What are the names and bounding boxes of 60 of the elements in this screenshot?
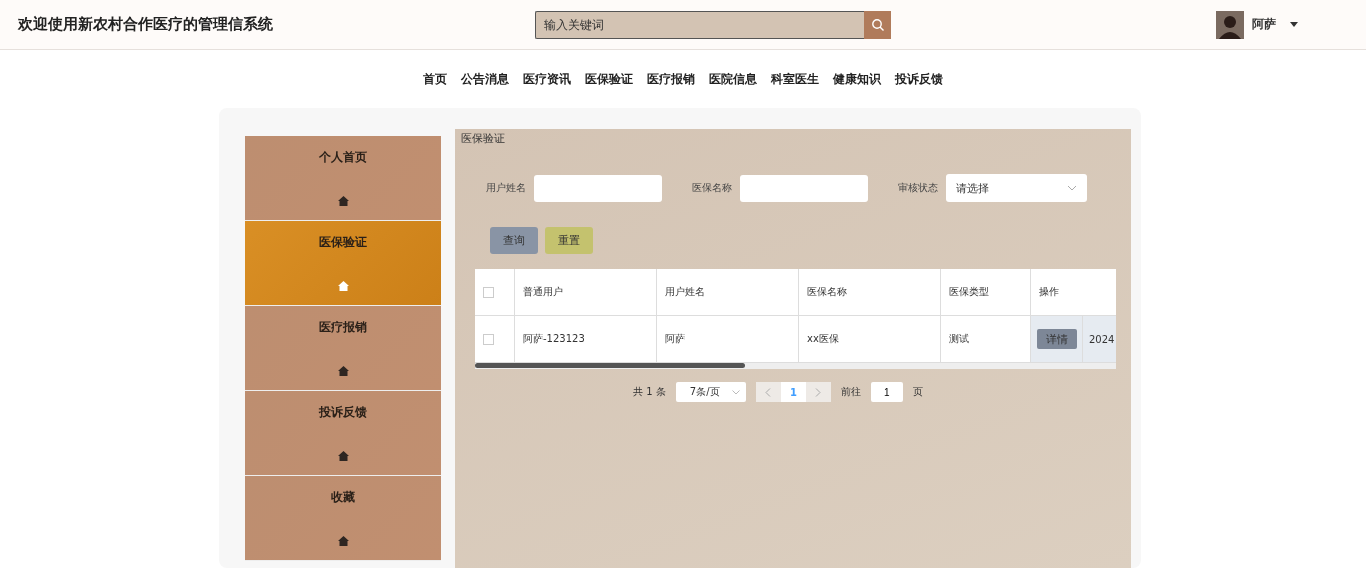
table-cell: 2024 [1083,316,1116,362]
status-dropdown[interactable]: 请选择 [946,174,1087,202]
chevron-down-icon [731,389,740,395]
chevron-left-icon [765,387,772,397]
home-icon [337,451,349,461]
table-cell: xx医保 [799,316,941,362]
checkbox[interactable] [483,333,494,345]
page-size-dropdown[interactable]: 7条/页 [675,382,746,402]
input-field[interactable] [534,174,662,202]
site-title: 欢迎使用新农村合作医疗的管理信系统 [18,15,274,34]
previous-page-button[interactable] [755,382,781,402]
page-suffix: 页 [912,385,923,399]
nav-link[interactable]: 医疗资讯 [523,71,571,88]
nav-link[interactable]: 健康知识 [833,71,881,88]
chevron-down-icon [1067,185,1077,191]
sidebar-item[interactable]: 医疗报销 [245,306,441,391]
chevron-right-icon [815,387,822,397]
table-cell: 阿萨 [657,316,799,362]
sidebar-item[interactable]: 个人首页 [245,136,441,221]
search-button[interactable] [864,10,891,39]
reset-button[interactable]: 重置 [545,227,593,254]
column-header: 用户姓名 [657,269,799,315]
nav-link[interactable]: 公告消息 [461,71,509,88]
panel-title: 医保验证 [460,131,506,147]
details-button[interactable]: 详情 [1037,329,1077,349]
field-label: 用户姓名 [486,181,526,195]
nav-link[interactable]: 医保验证 [585,71,633,88]
total-count: 共 1 条 [633,385,666,399]
sidebar-item[interactable]: 医保验证 [245,221,441,306]
nav-link[interactable]: 医院信息 [709,71,757,88]
scrollbar-thumb[interactable] [475,363,745,368]
home-icon [337,196,349,206]
search-icon [870,17,885,32]
search-field[interactable]: 输入关键词 [535,10,864,39]
nav-link[interactable]: 投诉反馈 [895,71,943,88]
nav-link[interactable]: 医疗报销 [647,71,695,88]
column-header: 医保类型 [941,269,1031,315]
goto-label: 前往 [840,385,861,399]
checkbox[interactable] [483,286,494,298]
page-input[interactable]: 1 [870,382,903,402]
input-field[interactable] [740,174,868,202]
column-header: 普通用户 [515,269,657,315]
home-icon [337,366,349,376]
nav-link[interactable]: 首页 [423,71,447,88]
column-header: 医保名称 [799,269,941,315]
avatar-icon[interactable] [1216,10,1244,39]
field-label: 审核状态 [898,181,938,195]
horizontal-scrollbar[interactable] [475,363,1116,369]
home-icon [337,281,349,291]
home-icon [337,536,349,546]
user-name[interactable]: 阿萨 [1252,16,1276,33]
column-header: 操作 [1038,285,1060,299]
sidebar-item[interactable]: 收藏 [245,476,441,561]
search-button[interactable]: 查询 [490,227,538,254]
caret-icon[interactable] [1290,22,1298,27]
next-page-button[interactable] [805,382,831,402]
sidebar-item[interactable]: 投诉反馈 [245,391,441,476]
table-cell: 阿萨-123123 [515,316,657,362]
field-label: 医保名称 [692,181,732,195]
nav-link[interactable]: 科室医生 [771,71,819,88]
